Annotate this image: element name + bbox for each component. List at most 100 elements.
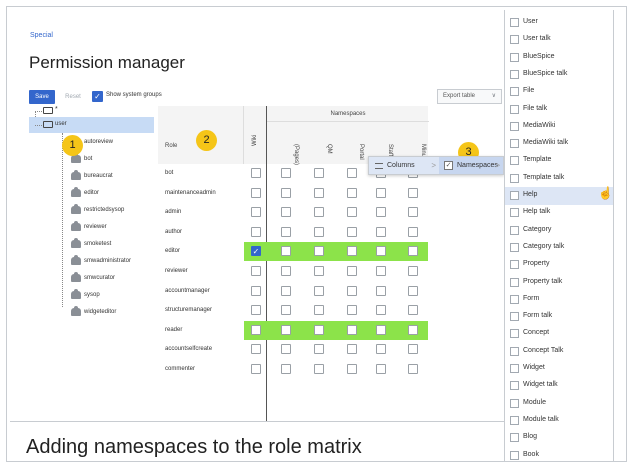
namespace-checkbox[interactable] (376, 344, 386, 355)
namespace-checkbox[interactable] (347, 168, 357, 178)
tree-node-root[interactable]: * (55, 106, 58, 113)
namespace-option[interactable]: Help (505, 187, 613, 205)
namespace-option[interactable]: Concept (505, 325, 613, 343)
namespace-option[interactable]: Property (505, 256, 613, 274)
namespace-checkbox[interactable] (347, 305, 357, 316)
namespace-checkbox[interactable] (314, 207, 324, 218)
namespace-checkbox[interactable] (347, 324, 357, 335)
tree-leaf[interactable]: restrictedsysop (71, 204, 161, 217)
menu-item-columns[interactable]: Columns > (369, 157, 439, 174)
namespace-checkbox[interactable] (281, 364, 291, 374)
wiki-checkbox[interactable] (251, 266, 261, 276)
namespace-checkbox[interactable] (281, 207, 291, 218)
namespace-checkbox[interactable] (281, 344, 291, 355)
namespace-checkbox[interactable] (408, 246, 418, 257)
namespace-checkbox[interactable] (347, 246, 357, 257)
namespace-checkbox[interactable] (408, 207, 418, 218)
namespace-checkbox[interactable] (347, 344, 357, 355)
tree-leaf[interactable]: smwadministrator (71, 255, 161, 268)
show-system-groups-checkbox[interactable]: ✓ (92, 91, 103, 102)
tree-leaf[interactable]: smoketest (71, 238, 161, 251)
namespace-checkbox[interactable] (347, 207, 357, 218)
namespace-option[interactable]: User talk (505, 31, 613, 49)
namespace-checkbox[interactable] (281, 168, 291, 178)
wiki-checkbox[interactable] (251, 305, 261, 316)
tree-leaf[interactable]: sysop (71, 289, 161, 302)
namespace-checkbox[interactable] (376, 246, 386, 257)
namespace-option[interactable]: Book (505, 447, 613, 465)
namespace-checkbox[interactable] (281, 246, 291, 257)
namespace-checkbox[interactable] (376, 187, 386, 198)
namespace-checkbox[interactable] (408, 324, 418, 335)
namespace-checkbox[interactable] (376, 207, 386, 218)
namespace-checkbox[interactable] (408, 285, 418, 296)
reset-button[interactable]: Reset (60, 90, 86, 104)
tree-leaf[interactable]: bureaucrat (71, 170, 161, 183)
namespace-checkbox[interactable] (376, 305, 386, 316)
namespace-checkbox[interactable] (408, 187, 418, 198)
namespace-checkbox[interactable] (281, 187, 291, 198)
save-button[interactable]: Save (29, 90, 55, 104)
namespace-checkbox[interactable] (314, 305, 324, 316)
namespace-checkbox[interactable] (314, 285, 324, 296)
namespace-option[interactable]: BlueSpice (505, 49, 613, 67)
namespace-option[interactable]: Template talk (505, 170, 613, 188)
namespace-checkbox[interactable] (347, 285, 357, 296)
wiki-checkbox[interactable] (251, 285, 261, 296)
namespace-checkbox[interactable] (281, 305, 291, 316)
tree-leaf[interactable]: autoreview (71, 136, 161, 149)
namespace-option[interactable]: Blog (505, 429, 613, 447)
tree-node-user[interactable]: user (29, 117, 154, 133)
namespace-checkbox[interactable] (408, 364, 418, 374)
namespace-option[interactable]: Form talk (505, 308, 613, 326)
namespace-checkbox[interactable] (376, 364, 386, 374)
tree-leaf[interactable]: editor (71, 187, 161, 200)
namespace-checkbox[interactable] (314, 266, 324, 276)
namespace-checkbox[interactable] (408, 344, 418, 355)
export-table-button[interactable]: Export table ∨ (437, 89, 502, 104)
wiki-checkbox[interactable] (251, 187, 261, 198)
namespace-checkbox[interactable] (314, 168, 324, 178)
namespace-option[interactable]: User (505, 14, 613, 32)
namespace-option[interactable]: Concept Talk (505, 343, 613, 361)
namespace-checkbox[interactable] (281, 266, 291, 276)
wiki-checkbox[interactable] (251, 324, 261, 335)
namespace-option[interactable]: MediaWiki talk (505, 135, 613, 153)
namespace-checkbox[interactable] (408, 226, 418, 237)
namespace-checkbox[interactable] (408, 305, 418, 316)
tree-leaf[interactable]: smwcurator (71, 272, 161, 285)
namespace-option[interactable]: Category talk (505, 239, 613, 257)
namespace-option[interactable]: Category (505, 222, 613, 240)
namespace-checkbox[interactable] (314, 246, 324, 257)
namespace-checkbox[interactable] (347, 364, 357, 374)
namespace-checkbox[interactable] (314, 324, 324, 335)
menu-item-namespaces[interactable]: ✓ Namespaces > (439, 157, 503, 174)
namespace-checkbox[interactable] (347, 187, 357, 198)
namespace-checkbox[interactable] (314, 226, 324, 237)
namespace-checkbox[interactable] (281, 285, 291, 296)
wiki-checkbox[interactable] (251, 207, 261, 218)
namespace-option[interactable]: Module (505, 395, 613, 413)
namespace-option[interactable]: Widget talk (505, 377, 613, 395)
tree-leaf[interactable]: widgeteditor (71, 306, 161, 319)
namespace-checkbox[interactable] (281, 226, 291, 237)
namespace-checkbox[interactable] (281, 324, 291, 335)
namespace-checkbox[interactable] (314, 344, 324, 355)
namespace-checkbox[interactable] (408, 266, 418, 276)
breadcrumb[interactable]: Special (30, 32, 53, 39)
namespace-checkbox[interactable] (376, 266, 386, 276)
namespace-option[interactable]: Property talk (505, 274, 613, 292)
wiki-checkbox[interactable] (251, 226, 261, 237)
wiki-checkbox[interactable]: ✓ (251, 246, 261, 257)
namespace-checkbox[interactable] (314, 187, 324, 198)
tree-leaf[interactable]: reviewer (71, 221, 161, 234)
namespace-checkbox[interactable] (314, 364, 324, 374)
namespace-checkbox[interactable] (347, 266, 357, 276)
namespace-checkbox[interactable] (376, 285, 386, 296)
namespace-option[interactable]: BlueSpice talk (505, 66, 613, 84)
namespace-checkbox[interactable] (376, 324, 386, 335)
tree-leaf[interactable]: bot (71, 153, 161, 166)
wiki-checkbox[interactable] (251, 344, 261, 355)
namespace-option[interactable]: File (505, 83, 613, 101)
namespace-option[interactable]: Widget (505, 360, 613, 378)
